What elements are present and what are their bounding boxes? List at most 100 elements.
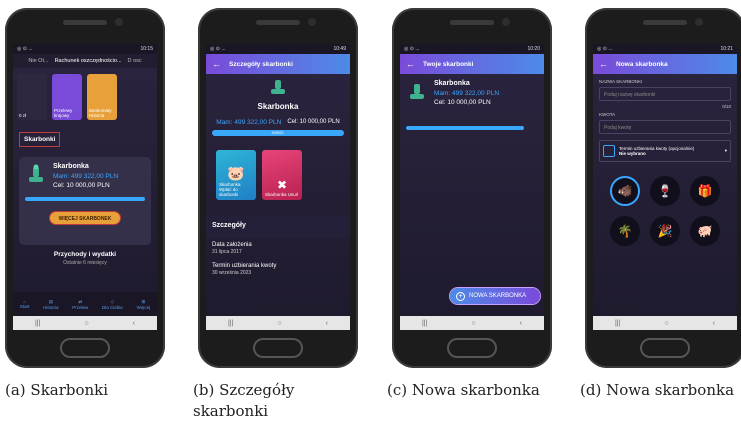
android-nav-bar: ||| ○ ‹	[593, 316, 737, 330]
screen-your-piggies: ◎ ⊙ ... 10:20 ← Twoje skarbonki Skarbonka…	[400, 44, 544, 330]
account-header: Nie Ot... Rachunek oszczędnościo... D os…	[13, 54, 157, 68]
speaker	[63, 20, 107, 25]
piggy-icon: 🐷	[227, 165, 245, 181]
status-bar: ◎ ⊙ ... 10:15	[13, 44, 157, 54]
back-arrow-icon[interactable]: ←	[212, 59, 221, 69]
back-nav-icon[interactable]: ‹	[713, 320, 715, 327]
account-tab-current[interactable]: Rachunek oszczędnościo...	[55, 58, 122, 64]
back-arrow-icon[interactable]: ←	[599, 59, 608, 69]
recents-icon[interactable]: |||	[35, 320, 40, 327]
piggy-have: Mam: 499 322,00 PLN	[216, 119, 282, 126]
status-bar: ◎ ⊙ ... 10:21	[593, 44, 737, 54]
due-date-select[interactable]: Termin uzbierania kwoty (opcjonalnie) Ni…	[599, 140, 731, 162]
home-nav-icon[interactable]: ○	[84, 320, 88, 327]
tile-atm-history[interactable]: Bankomaty Historia	[87, 74, 117, 120]
nav-transfer[interactable]: ⇄ Przelew	[72, 299, 88, 310]
hardware-home-button[interactable]	[253, 338, 303, 358]
back-nav-icon[interactable]: ‹	[326, 320, 328, 327]
section-title-skarbonki: Skarbonki	[19, 132, 61, 147]
piggy-have: Mam: 499 322,00 PLN	[53, 173, 119, 180]
home-nav-icon[interactable]: ○	[471, 320, 475, 327]
screen-skarbonki: ◎ ⊙ ... 10:15 Nie Ot... Rachunek oszczędn…	[13, 44, 157, 330]
income-subtitle: Ostatnie 6 miesięcy	[63, 260, 107, 266]
name-input[interactable]: Podaj nazwę skarbonki	[599, 87, 731, 101]
account-tab-left[interactable]: Nie Ot...	[28, 58, 48, 64]
piggy-name: Skarbonka	[257, 102, 299, 111]
screen-details: ◎ ⊙ ... 10:49 ← Szczegóły skarbonki Skarb…	[206, 44, 350, 330]
icon-option-piggy[interactable]: 🐗	[610, 176, 640, 206]
piggy-goal: Cel: 10 000,00 PLN	[53, 182, 110, 189]
icon-option-gift[interactable]: 🎁	[690, 176, 720, 206]
account-tab-right[interactable]: D osc	[128, 58, 142, 64]
hardware-home-button[interactable]	[60, 338, 110, 358]
details-header: Szczegóły	[206, 216, 350, 238]
delete-tile[interactable]: ✖ Skarbonka Usuń	[262, 150, 302, 200]
back-nav-icon[interactable]: ‹	[520, 320, 522, 327]
front-camera	[695, 18, 703, 26]
piggy-goal: Cel: 10 000,00 PLN	[434, 99, 491, 106]
calendar-icon	[603, 145, 615, 157]
nav-start[interactable]: ⌂ Start	[20, 299, 30, 309]
piggy-bank-icon	[271, 80, 285, 94]
new-piggy-button[interactable]: + NOWA SKARBONKA	[450, 288, 540, 304]
android-nav-bar: ||| ○ ‹	[400, 316, 544, 330]
caption-a: (a) Skarbonki	[5, 381, 109, 399]
tile-transfers[interactable]: Przelewy krajowy	[52, 74, 82, 120]
income-title: Przychody i wydatki	[53, 251, 117, 258]
screen-title: Twoje skarbonki	[423, 60, 474, 68]
income-section[interactable]: Przychody i wydatki Ostatnie 6 miesięcy	[13, 251, 157, 266]
progress-bar	[406, 126, 524, 130]
android-nav-bar: ||| ○ ‹	[13, 316, 157, 330]
icon-option-food[interactable]: 🍷	[650, 176, 680, 206]
nav-more[interactable]: ⊞ Więcej	[137, 299, 151, 310]
piggy-summary: Skarbonka Mam: 499 322,00 PLN Cel: 10 00…	[206, 74, 350, 126]
recents-icon[interactable]: |||	[615, 320, 620, 327]
icon-option-party[interactable]: 🎉	[650, 216, 680, 246]
tile-balance[interactable]: 0 zł	[17, 74, 47, 120]
icon-option-pig[interactable]: 🐖	[690, 216, 720, 246]
back-arrow-icon[interactable]: ←	[406, 59, 415, 69]
bottom-navigation: ⌂ Start ▤ Historia ⇄ Przelew ◇ Dla Ciebie ⊞ W…	[13, 292, 157, 316]
back-nav-icon[interactable]: ‹	[133, 320, 135, 327]
piggy-name: Skarbonka	[53, 163, 89, 170]
amount-label: KWOTA	[599, 112, 616, 117]
deposit-tile[interactable]: 🐷 Skarbonka Wpłać do skarbonki	[216, 150, 256, 200]
phone-frame-a: ◎ ⊙ ... 10:15 Nie Ot... Rachunek oszczędn…	[5, 8, 165, 368]
front-camera	[502, 18, 510, 26]
screen-new-piggy: ◎ ⊙ ... 10:21 ← Nowa skarbonka NAZWA SKAR…	[593, 44, 737, 330]
caption-b: (b) Szczegóły skarbonki	[193, 381, 295, 420]
icon-option-palm[interactable]: 🌴	[610, 216, 640, 246]
piggy-card[interactable]: Skarbonka Mam: 499 322,00 PLN Cel: 10 00…	[19, 157, 151, 245]
plus-icon: +	[456, 291, 465, 301]
home-nav-icon[interactable]: ○	[277, 320, 281, 327]
screen-title: Szczegóły skarbonki	[229, 60, 293, 68]
name-counter: 0/10	[722, 104, 731, 109]
phone-frame-c: ◎ ⊙ ... 10:20 ← Twoje skarbonki Skarbonka…	[392, 8, 552, 368]
amount-input[interactable]: Podaj kwotę	[599, 120, 731, 134]
app-bar: ← Nowa skarbonka	[593, 54, 737, 74]
progress-bar	[25, 197, 145, 201]
progress-pill: 499322,	[212, 130, 344, 136]
recents-icon[interactable]: |||	[228, 320, 233, 327]
piggy-card[interactable]: Skarbonka Mam: 499 322,00 PLN Cel: 10 00…	[406, 80, 538, 120]
hardware-home-button[interactable]	[640, 338, 690, 358]
speaker	[450, 20, 494, 25]
phone-frame-d: ◎ ⊙ ... 10:21 ← Nowa skarbonka NAZWA SKAR…	[585, 8, 741, 368]
more-piggies-button[interactable]: WIĘCEJ SKARBONEK	[49, 211, 121, 225]
front-camera	[115, 18, 123, 26]
speaker	[256, 20, 300, 25]
home-nav-icon[interactable]: ○	[664, 320, 668, 327]
nav-for-you[interactable]: ◇ Dla Ciebie	[102, 299, 123, 310]
app-bar: ← Twoje skarbonki	[400, 54, 544, 74]
chevron-down-icon: ▾	[724, 148, 727, 153]
action-tiles: 🐷 Skarbonka Wpłać do skarbonki ✖ Skarbon…	[206, 140, 350, 210]
date-value: Nie wybrano	[619, 151, 646, 156]
hardware-home-button[interactable]	[447, 338, 497, 358]
caption-c: (c) Nowa skarbonka	[387, 381, 540, 399]
nav-history[interactable]: ▤ Historia	[43, 299, 58, 310]
name-label: NAZWA SKARBONKI	[599, 79, 643, 84]
quick-tiles: 0 zł Przelewy krajowy Bankomaty Historia	[13, 68, 157, 126]
screen-title: Nowa skarbonka	[616, 60, 668, 68]
recents-icon[interactable]: |||	[422, 320, 427, 327]
piggy-goal: Cel: 10 000,00 PLN	[287, 119, 340, 125]
